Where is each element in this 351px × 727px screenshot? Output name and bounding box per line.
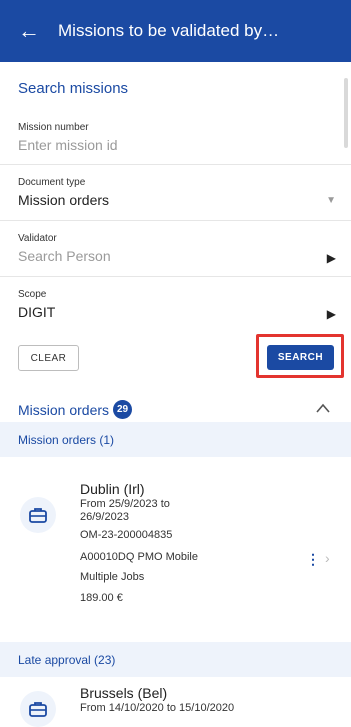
document-type-label: Document type bbox=[18, 177, 86, 188]
mission-amount: 189.00 € bbox=[80, 592, 123, 604]
count-badge: 29 bbox=[113, 400, 133, 419]
search-section-title: Search missions bbox=[18, 80, 129, 97]
divider bbox=[0, 164, 351, 165]
briefcase-icon bbox=[20, 691, 56, 727]
chevron-right-icon[interactable]: › bbox=[325, 550, 330, 566]
scope-label: Scope bbox=[18, 289, 47, 300]
mission-number-field[interactable]: Mission number Enter mission id bbox=[18, 122, 336, 153]
mission-dates-end: 26/9/2023 bbox=[80, 511, 129, 523]
mission-category: Multiple Jobs bbox=[80, 571, 145, 583]
mission-number-input[interactable]: Enter mission id bbox=[18, 137, 336, 153]
clear-button[interactable]: CLEAR bbox=[18, 345, 79, 371]
group-title: Mission orders bbox=[18, 401, 110, 418]
caret-right-icon[interactable]: ▶ bbox=[327, 307, 336, 321]
chevron-up-icon[interactable] bbox=[316, 400, 330, 416]
search-button[interactable]: SEARCH bbox=[267, 345, 334, 370]
briefcase-icon bbox=[20, 497, 56, 533]
mission-description: A00010DQ PMO Mobile bbox=[80, 551, 198, 563]
more-options-icon[interactable]: ⋮ bbox=[306, 551, 320, 568]
validator-field[interactable]: Validator Search Person ▶ bbox=[18, 233, 336, 265]
mission-city: Dublin (Irl) bbox=[80, 481, 145, 497]
mission-number-label: Mission number bbox=[18, 122, 89, 133]
scope-value[interactable]: DIGIT bbox=[18, 304, 336, 320]
document-type-select[interactable]: Document type Mission orders ▼ bbox=[18, 177, 336, 208]
mission-city: Brussels (Bel) bbox=[80, 685, 168, 701]
divider bbox=[0, 220, 351, 221]
mission-reference: OM-23-200004835 bbox=[80, 529, 173, 541]
back-arrow-icon[interactable]: ← bbox=[0, 0, 58, 62]
mission-dates: From 25/9/2023 to bbox=[80, 498, 170, 510]
mission-dates: From 14/10/2020 to 15/10/2020 bbox=[80, 702, 235, 714]
section-header: Late approval (23) bbox=[0, 642, 351, 677]
scrollbar-thumb[interactable] bbox=[344, 78, 348, 148]
caret-right-icon[interactable]: ▶ bbox=[327, 251, 336, 265]
divider bbox=[0, 276, 351, 277]
page-title: Missions to be validated by… bbox=[58, 21, 280, 40]
scope-field[interactable]: Scope DIGIT ▶ bbox=[18, 289, 336, 321]
list-item[interactable]: Brussels (Bel) From 14/10/2020 to 15/10/… bbox=[0, 677, 351, 727]
document-type-value[interactable]: Mission orders bbox=[18, 192, 336, 208]
list-item[interactable]: Dublin (Irl) From 25/9/2023 to 26/9/2023… bbox=[0, 457, 351, 642]
section-header: Mission orders (1) bbox=[0, 422, 351, 457]
caret-down-icon[interactable]: ▼ bbox=[326, 195, 336, 206]
validator-label: Validator bbox=[18, 233, 57, 244]
validator-input[interactable]: Search Person bbox=[18, 248, 336, 264]
app-bar: ← Missions to be validated by… bbox=[0, 0, 351, 62]
mission-orders-group-header[interactable]: Mission orders 29 bbox=[18, 400, 133, 419]
